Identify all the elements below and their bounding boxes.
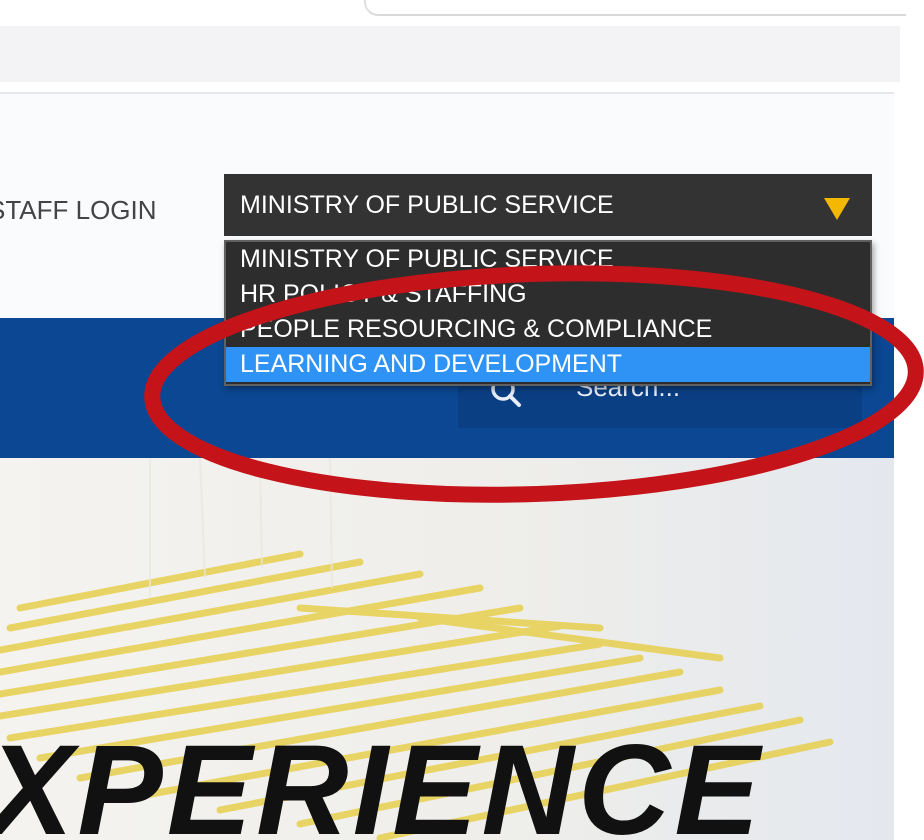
browser-tab-strip [0, 26, 900, 82]
dropdown-option-ministry-public-service[interactable]: MINISTRY OF PUBLIC SERVICE [226, 242, 870, 277]
ministry-select[interactable]: MINISTRY OF PUBLIC SERVICE [224, 174, 872, 236]
address-bar[interactable] [364, 0, 906, 16]
page-scroll-gutter [894, 82, 924, 840]
ministry-dropdown-list: MINISTRY OF PUBLIC SERVICE HR POLICY & S… [224, 240, 872, 386]
hero-headline: XPERIENCE [0, 719, 764, 840]
ministry-select-value: MINISTRY OF PUBLIC SERVICE [240, 191, 614, 219]
dropdown-option-hr-policy-staffing[interactable]: HR POLICY & STAFFING [226, 277, 870, 312]
hero-artwork: XPERIENCE [0, 458, 834, 840]
dropdown-option-learning-development[interactable]: LEARNING AND DEVELOPMENT [226, 347, 870, 382]
staff-login-link[interactable]: STAFF LOGIN [0, 190, 200, 230]
dropdown-option-people-resourcing[interactable]: PEOPLE RESOURCING & COMPLIANCE [226, 312, 870, 347]
dropdown-arrow-icon[interactable] [824, 198, 850, 220]
hero-banner: XPERIENCE [0, 458, 894, 840]
